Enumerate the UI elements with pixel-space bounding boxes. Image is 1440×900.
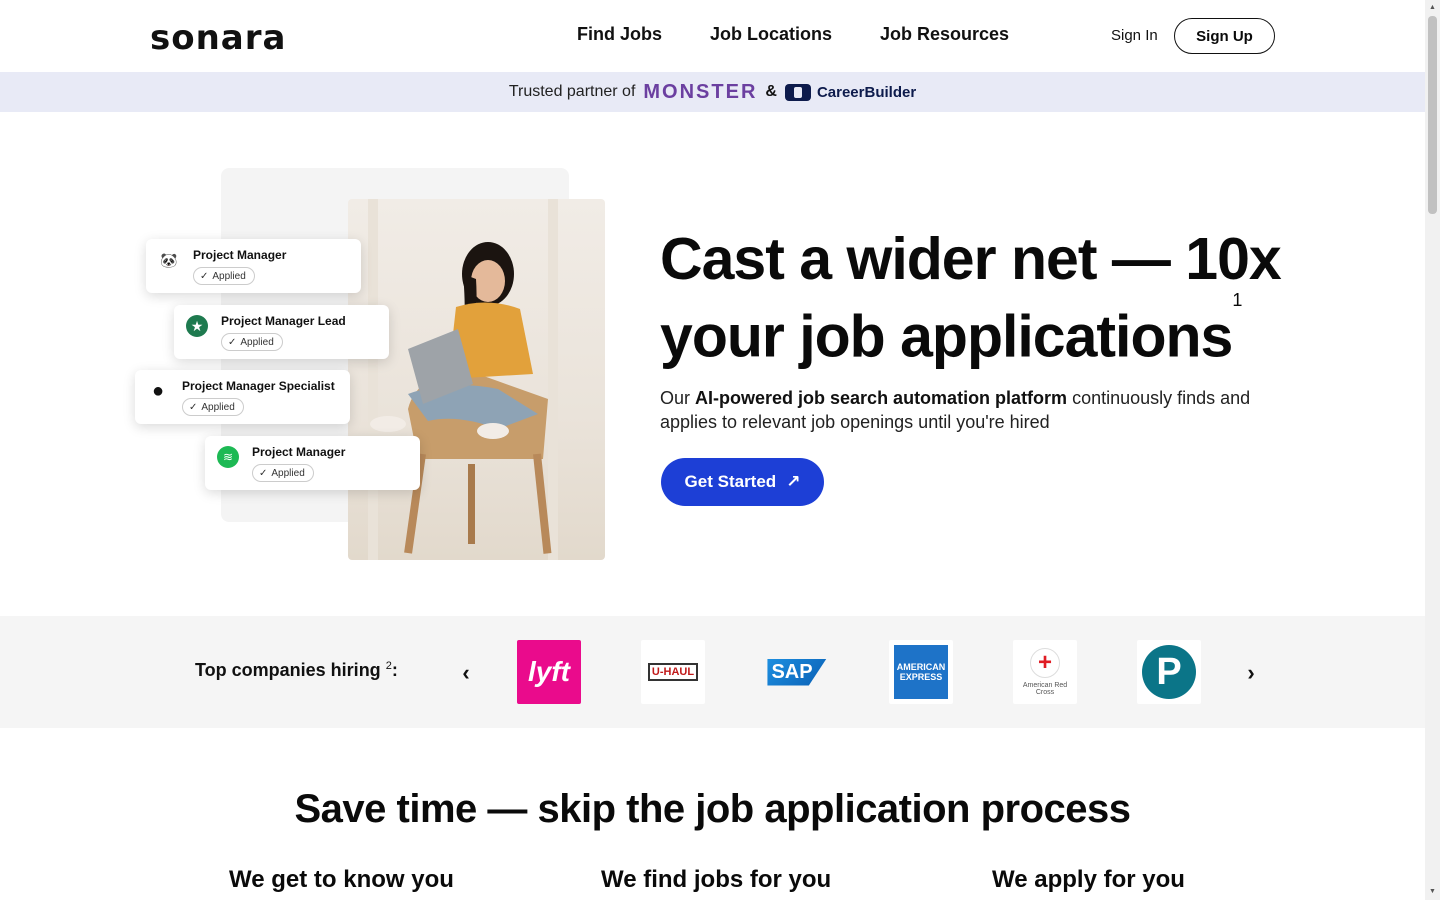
get-started-button[interactable]: Get Started ↗ [661,458,824,506]
applied-job-card: ● Project Manager Specialist ✓ Applied [135,370,350,424]
applied-badge: ✓ Applied [221,333,283,351]
applied-badge: ✓ Applied [193,267,255,285]
arrow-up-right-icon: ↗ [786,472,801,491]
step-title: We get to know you [229,866,454,893]
main-nav: Find Jobs Job Locations Job Resources [577,24,1009,45]
check-icon: ✓ [189,401,198,413]
nav-job-resources[interactable]: Job Resources [880,24,1009,45]
partner-bar: Trusted partner of MONSTER & CareerBuild… [0,72,1425,112]
page-scrollbar[interactable]: ▲ ▼ [1425,0,1440,900]
job-card-title: Project Manager Specialist [182,379,335,393]
check-icon: ✓ [259,467,268,479]
careerbuilder-icon [784,83,811,101]
top-companies-strip: Top companies hiring 2: ‹ lyft U-HAUL SA… [0,616,1425,728]
woman-with-laptop-illustration [368,199,558,560]
job-card-title: Project Manager [193,248,287,262]
hero-subtext: Our AI-powered job search automation pla… [660,388,1251,432]
nav-find-jobs[interactable]: Find Jobs [577,24,662,45]
carousel-prev-button[interactable]: ‹ [454,660,478,686]
sign-in-link[interactable]: Sign In [1111,27,1158,44]
scroll-up-icon[interactable]: ▲ [1428,3,1437,13]
top-companies-label: Top companies hiring 2: [195,660,398,680]
uhaul-logo[interactable]: U-HAUL [641,640,705,704]
scroll-thumb[interactable] [1428,16,1437,214]
step-title: We find jobs for you [601,866,832,893]
applied-badge: ✓ Applied [252,464,314,482]
red-cross-icon: + [1030,648,1060,678]
pearson-logo[interactable]: P [1137,640,1201,704]
check-icon: ✓ [228,336,237,348]
scroll-down-icon[interactable]: ▼ [1428,887,1437,897]
spotify-icon: ≋ [217,446,239,468]
section-title: Save time — skip the job application pro… [294,787,1131,831]
job-card-title: Project Manager Lead [221,314,346,328]
careerbuilder-text: CareerBuilder [816,83,917,101]
applied-job-card: ★ Project Manager Lead ✓ Applied [174,305,389,359]
applied-job-card: ≋ Project Manager ✓ Applied [205,436,420,490]
sonara-logo[interactable]: sonara [150,18,286,58]
step-title: We apply for you [992,866,1185,893]
careerbuilder-logo: CareerBuilder [784,83,917,101]
job-card-title: Project Manager [252,445,346,459]
panda-icon: 🐼 [158,249,180,271]
partner-ampersand: & [765,83,777,100]
check-icon: ✓ [200,270,209,282]
partner-text: Trusted partner of [508,83,636,100]
starbucks-icon: ★ [186,315,208,337]
hero-photo [348,199,605,560]
carousel-next-button[interactable]: › [1239,660,1263,686]
apple-icon: ● [147,380,169,402]
site-header: sonara Find Jobs Job Locations Job Resou… [0,0,1425,72]
hero-headline: Cast a wider net — 10x your job applicat… [660,226,1282,370]
applied-badge: ✓ Applied [182,398,244,416]
lyft-logo[interactable]: lyft [517,640,581,704]
applied-job-card: 🐼 Project Manager ✓ Applied [146,239,361,293]
amex-logo[interactable]: AMERICAN EXPRESS [889,640,953,704]
redcross-logo[interactable]: + American Red Cross [1013,640,1077,704]
monster-logo: MONSTER [643,80,758,103]
sign-up-button[interactable]: Sign Up [1174,18,1275,54]
sap-logo[interactable]: SAP [765,640,829,704]
nav-job-locations[interactable]: Job Locations [710,24,832,45]
